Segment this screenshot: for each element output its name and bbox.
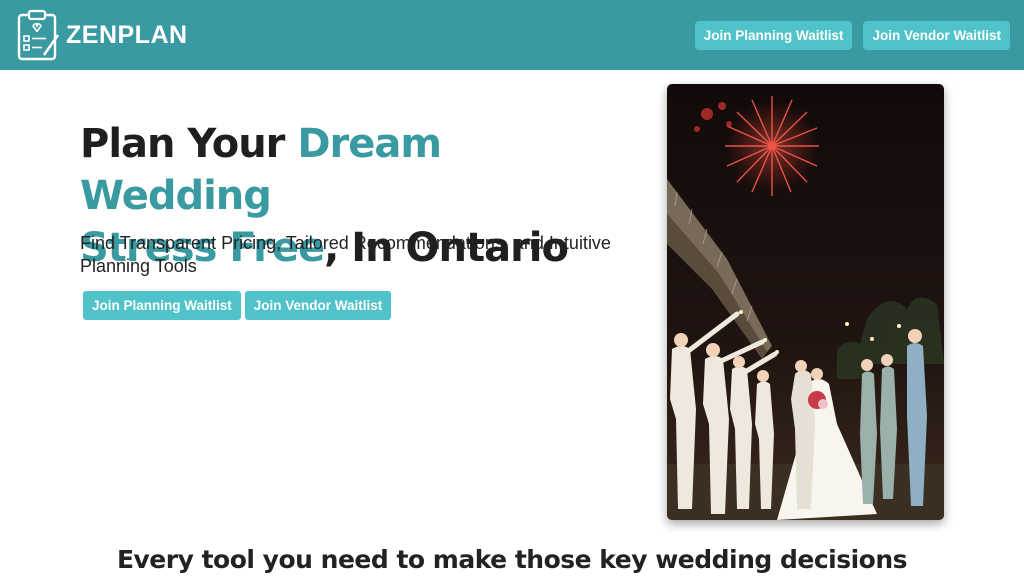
hero-subtitle: Find Transparent Pricing, Tailored Recom…: [80, 233, 611, 276]
clipboard-checklist-icon: [17, 9, 60, 61]
hero-title-text: Plan Your: [80, 121, 298, 167]
hero-join-planning-waitlist-button[interactable]: Join Planning Waitlist: [83, 291, 241, 320]
hero-actions: Join Planning Waitlist Join Vendor Waitl…: [83, 291, 392, 320]
brand[interactable]: ZENPLAN: [16, 9, 188, 61]
hero-join-vendor-waitlist-button[interactable]: Join Vendor Waitlist: [244, 291, 392, 320]
features-heading: Every tool you need to make those key we…: [116, 545, 908, 574]
header-join-vendor-waitlist-button[interactable]: Join Vendor Waitlist: [863, 20, 1010, 50]
hero-wedding-photo: [667, 84, 944, 520]
brand-name: ZENPLAN: [66, 20, 188, 49]
header-join-planning-waitlist-button[interactable]: Join Planning Waitlist: [694, 20, 853, 50]
top-navbar: ZENPLAN Join Planning Waitlist Join Vend…: [0, 0, 1024, 70]
header-actions: Join Planning Waitlist Join Vendor Waitl…: [694, 20, 1010, 50]
wedding-fireworks-image: [667, 84, 944, 520]
